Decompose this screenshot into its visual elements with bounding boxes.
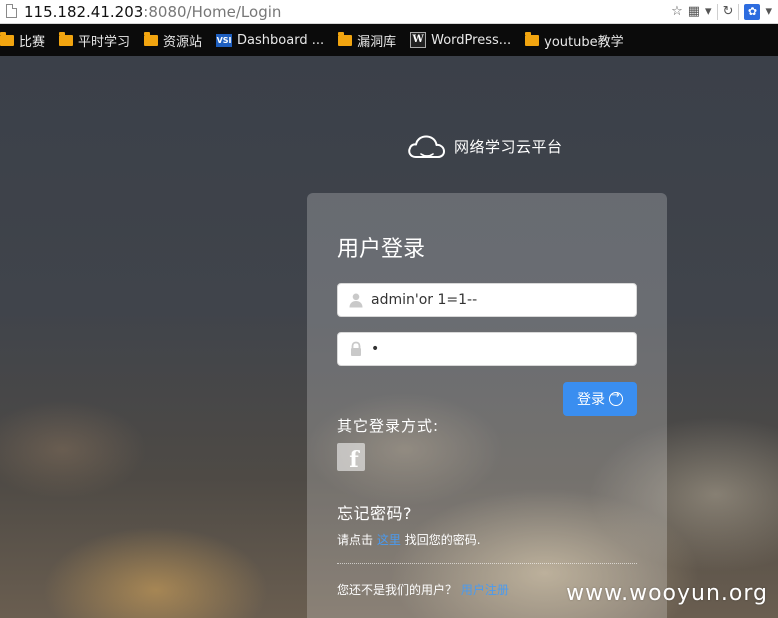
username-field[interactable] — [337, 283, 637, 317]
folder-icon — [0, 31, 14, 46]
url-field[interactable]: 115.182.41.203:8080/Home/Login — [24, 2, 281, 22]
bookmark-label: 比赛 — [19, 34, 46, 50]
bookmark-label: WordPress... — [431, 32, 512, 48]
bookmark-item[interactable]: VSI Dashboard ... — [216, 24, 324, 56]
vsi-icon: VSI — [216, 33, 233, 47]
folder-icon — [338, 31, 353, 46]
reload-icon[interactable]: ↻ — [723, 3, 734, 21]
toolbar-divider — [716, 4, 718, 20]
search-engine-icon[interactable]: ✿ — [744, 4, 761, 20]
bookmarks-bar: 比赛 平时学习 资源站 VSI Dashboard ... 漏洞库 W Word… — [0, 24, 778, 56]
bookmark-label: 资源站 — [163, 34, 203, 50]
register-link[interactable]: 用户注册 — [461, 583, 509, 597]
password-field[interactable] — [337, 332, 637, 366]
url-path: :8080/Home/Login — [143, 3, 282, 21]
toolbar-divider — [738, 4, 740, 20]
brand-header: 网络学习云平台 — [407, 132, 563, 160]
login-panel: 用户登录 登录 其它登录方式: f 忘记密码? 请点击 这里 找回您的密码. 您… — [307, 193, 667, 618]
bookmark-item[interactable]: 资源站 — [144, 24, 202, 56]
bookmark-item[interactable]: 平时学习 — [59, 24, 130, 56]
bookmark-item[interactable]: 比赛 — [0, 24, 45, 56]
bookmark-item[interactable]: youtube教学 — [525, 24, 624, 56]
bookmark-item[interactable]: 漏洞库 — [338, 24, 396, 56]
divider — [337, 563, 637, 564]
register-text: 您还不是我们的用户？ 用户注册 — [337, 581, 509, 598]
facebook-icon: f — [349, 447, 359, 471]
star-icon[interactable]: ☆ — [671, 3, 683, 21]
address-bar-actions: ☆ ▦ ▾ ↻ ✿ ▾ — [671, 2, 778, 22]
forgot-password-text: 请点击 这里 找回您的密码. — [337, 531, 481, 548]
other-login-title: 其它登录方式: — [337, 417, 440, 435]
register-prefix: 您还不是我们的用户？ — [337, 583, 458, 597]
search-engine-dropdown-icon[interactable]: ▾ — [765, 3, 772, 21]
bookmark-label: youtube教学 — [544, 34, 624, 50]
folder-icon — [525, 31, 540, 46]
page-icon — [6, 4, 17, 18]
login-button[interactable]: 登录 — [563, 382, 637, 416]
lock-icon — [351, 341, 361, 356]
facebook-login-button[interactable]: f — [337, 443, 365, 471]
url-host: 115.182.41.203 — [24, 3, 144, 21]
dropdown-arrow-icon[interactable]: ▾ — [705, 3, 712, 21]
forgot-prefix: 请点击 — [337, 533, 374, 547]
wordpress-icon: W — [410, 32, 427, 48]
bookmark-label: 漏洞库 — [357, 34, 397, 50]
username-input[interactable] — [371, 284, 631, 316]
forgot-suffix: 找回您的密码. — [404, 533, 481, 547]
brand-name: 网络学习云平台 — [454, 137, 563, 156]
login-title: 用户登录 — [337, 237, 426, 262]
cloud-icon — [408, 135, 445, 158]
bookmark-item[interactable]: W WordPress... — [410, 24, 511, 56]
watermark: www.wooyun.org — [566, 581, 768, 606]
arrow-circle-right-icon — [609, 390, 623, 406]
forgot-password-title: 忘记密码? — [337, 504, 412, 523]
qr-code-icon[interactable]: ▦ — [688, 3, 700, 21]
forgot-password-link[interactable]: 这里 — [377, 533, 401, 547]
login-button-label: 登录 — [577, 392, 605, 408]
address-bar[interactable]: 115.182.41.203:8080/Home/Login ☆ ▦ ▾ ↻ ✿… — [0, 0, 778, 24]
folder-icon — [59, 31, 74, 46]
user-icon — [349, 293, 363, 308]
bookmark-label: 平时学习 — [78, 34, 131, 50]
bookmark-label: Dashboard ... — [237, 32, 325, 48]
password-input[interactable] — [371, 333, 631, 365]
folder-icon — [144, 31, 159, 46]
